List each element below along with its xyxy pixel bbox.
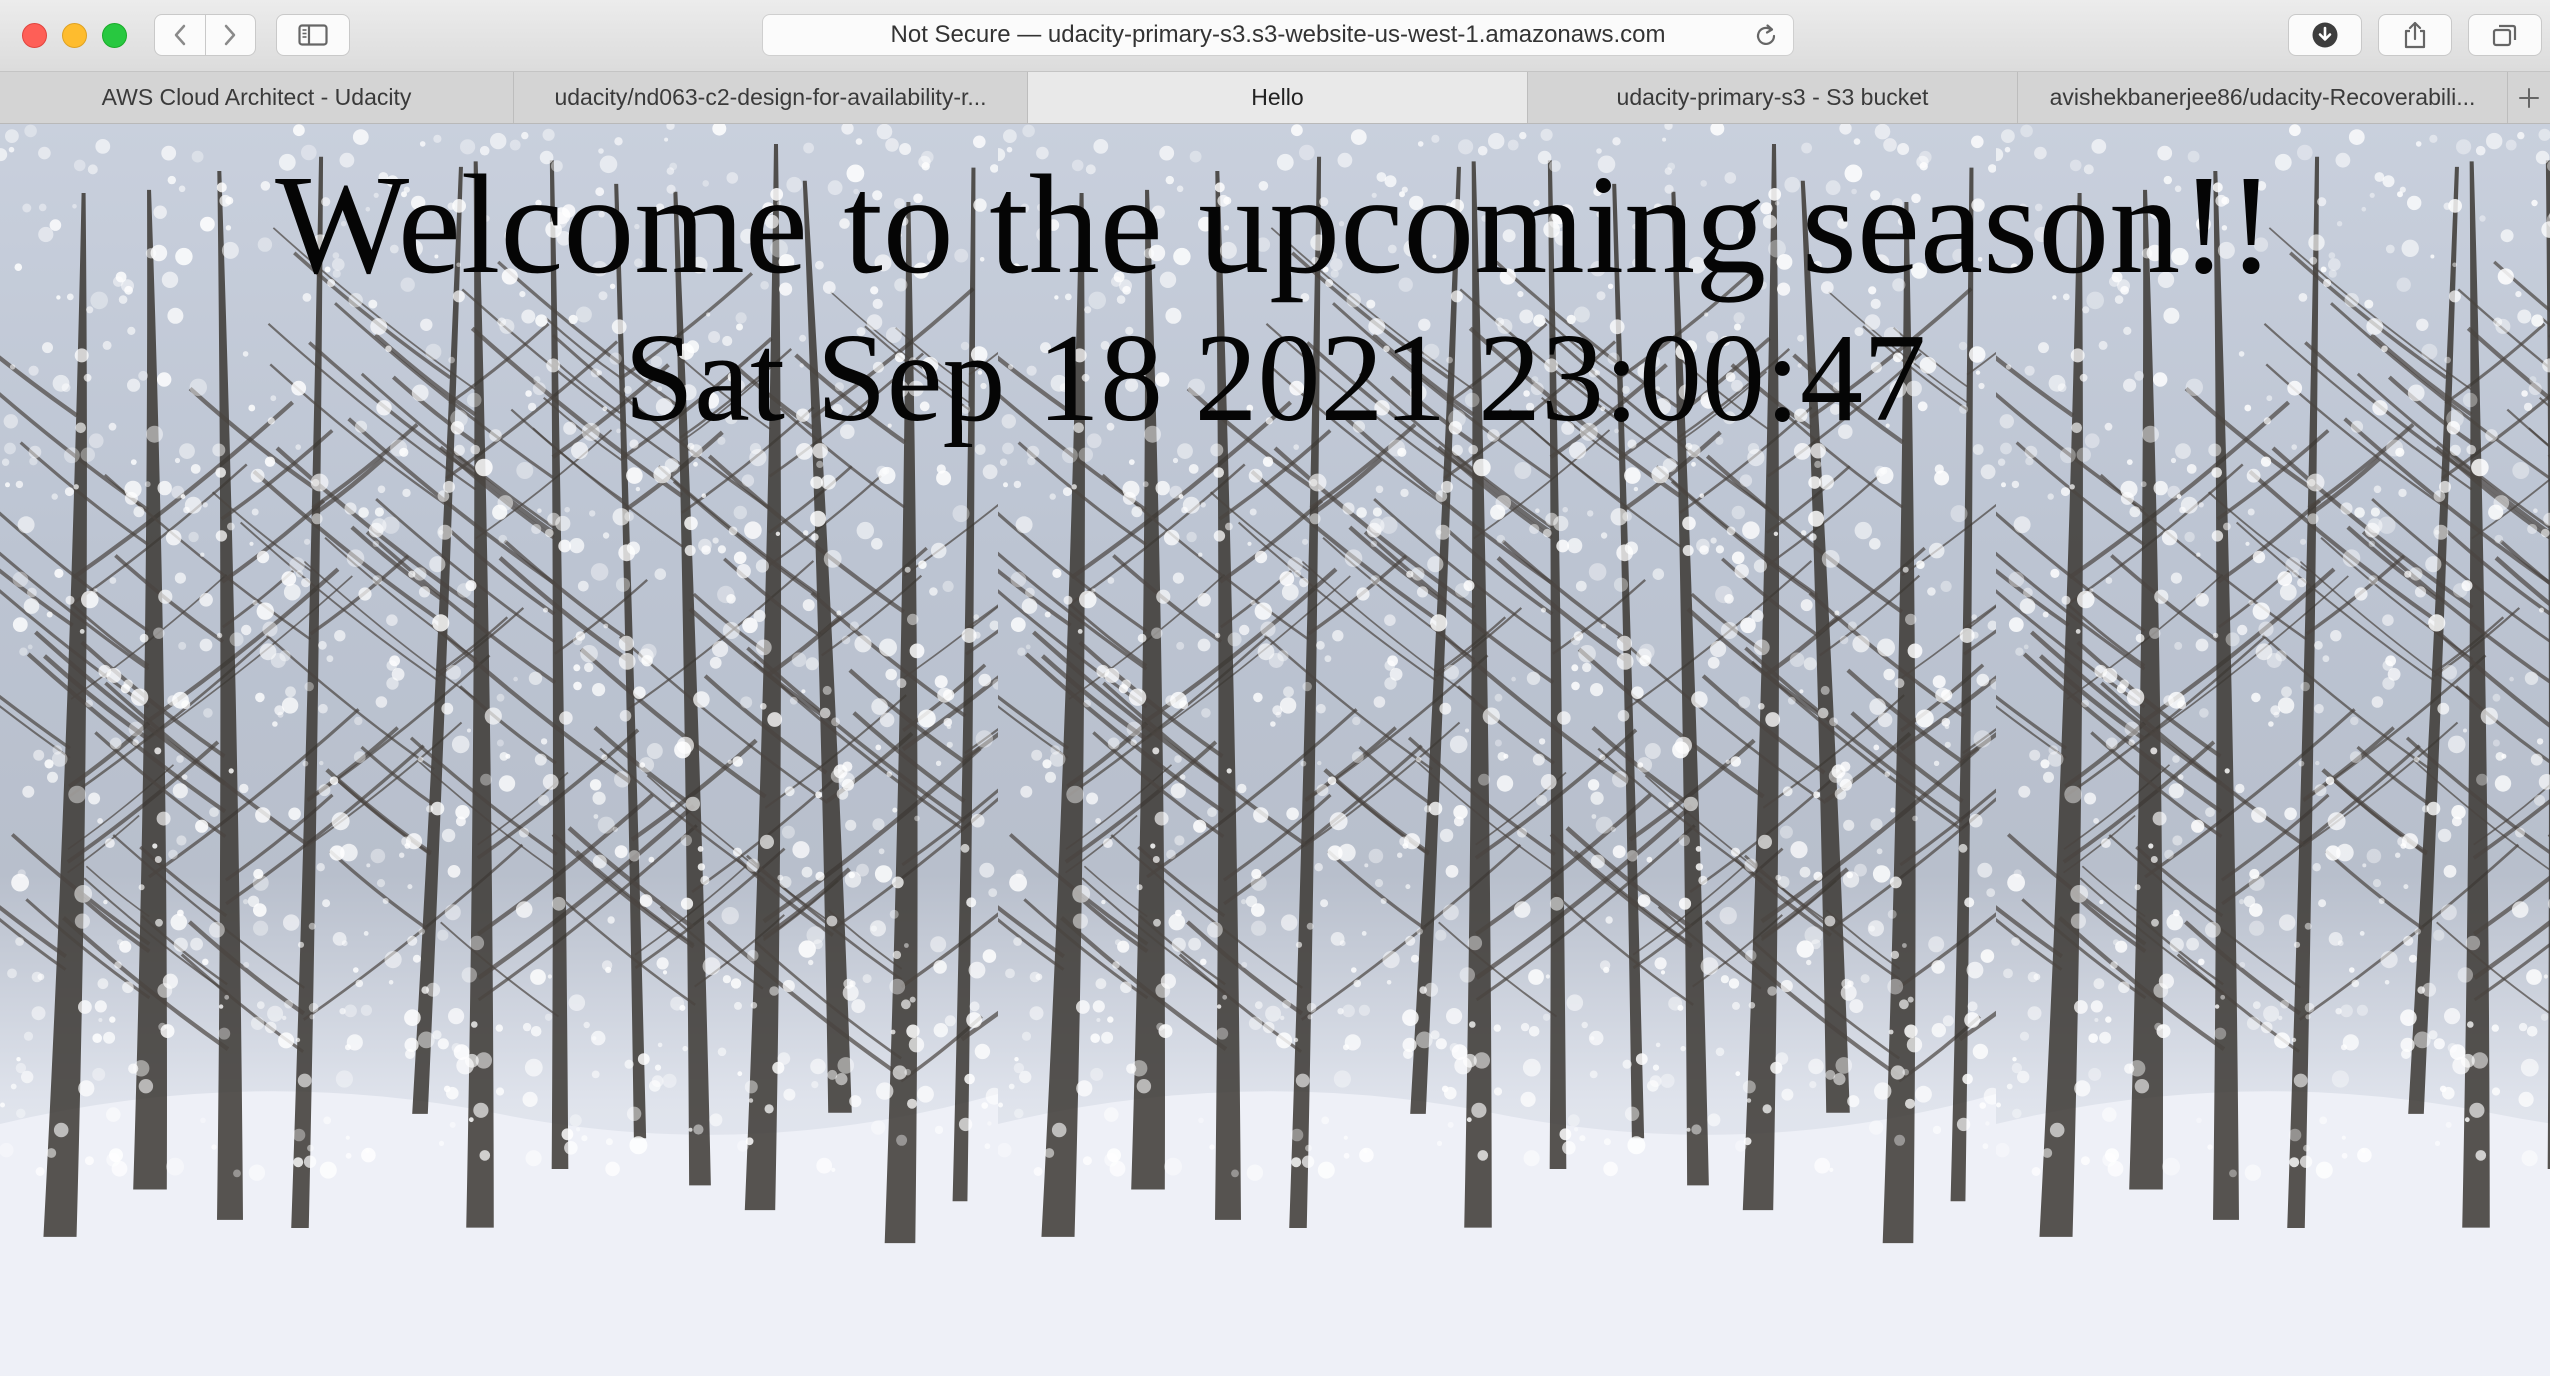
page-heading: Welcome to the upcoming season!! xyxy=(275,145,2275,303)
address-bar[interactable]: Not Secure — udacity-primary-s3.s3-websi… xyxy=(762,14,1794,56)
page-timestamp: Sat Sep 18 2021 23:00:47 xyxy=(623,309,1927,448)
downloads-button[interactable] xyxy=(2288,14,2362,56)
navigation-buttons xyxy=(154,14,256,56)
browser-window: Not Secure — udacity-primary-s3.s3-websi… xyxy=(0,0,2550,1376)
tab-bar: AWS Cloud Architect - Udacity udacity/nd… xyxy=(0,72,2550,124)
forward-button[interactable] xyxy=(204,15,256,55)
tab-hello[interactable]: Hello xyxy=(1028,72,1528,123)
back-button[interactable] xyxy=(155,15,205,55)
minimize-window-button[interactable] xyxy=(62,23,87,48)
chevron-left-icon xyxy=(174,24,185,46)
plus-icon xyxy=(2519,87,2539,108)
tab-label: AWS Cloud Architect - Udacity xyxy=(101,84,412,110)
tab-github-recoverability[interactable]: avishekbanerjee86/udacity-Recoverabili..… xyxy=(2018,72,2508,123)
tabs-overview-icon xyxy=(2492,24,2517,47)
sidebar-button[interactable] xyxy=(276,14,350,56)
web-page: Welcome to the upcoming season!! Sat Sep… xyxy=(0,124,2550,1376)
reload-icon xyxy=(1756,24,1776,45)
share-button[interactable] xyxy=(2378,14,2452,56)
reload-button[interactable] xyxy=(1753,23,1779,56)
tab-label: udacity/nd063-c2-design-for-availability… xyxy=(554,84,987,110)
chevron-right-icon xyxy=(225,24,236,46)
close-window-button[interactable] xyxy=(22,23,47,48)
tab-label: udacity-primary-s3 - S3 bucket xyxy=(1616,84,1929,110)
page-heading-block: Welcome to the upcoming season!! Sat Sep… xyxy=(0,144,2550,454)
tab-aws-cloud-architect[interactable]: AWS Cloud Architect - Udacity xyxy=(0,72,514,123)
download-icon xyxy=(2312,22,2338,48)
tab-udacity-repo[interactable]: udacity/nd063-c2-design-for-availability… xyxy=(514,72,1028,123)
zoom-window-button[interactable] xyxy=(102,23,127,48)
url-text: Not Secure — udacity-primary-s3.s3-websi… xyxy=(890,21,1666,48)
tab-s3-bucket[interactable]: udacity-primary-s3 - S3 bucket xyxy=(1528,72,2018,123)
browser-toolbar: Not Secure — udacity-primary-s3.s3-websi… xyxy=(0,0,2550,72)
tab-overview-button[interactable] xyxy=(2468,14,2542,56)
tab-label: Hello xyxy=(1251,84,1304,110)
tab-label: avishekbanerjee86/udacity-Recoverabili..… xyxy=(2049,84,2476,110)
sidebar-icon xyxy=(298,24,328,46)
new-tab-button[interactable] xyxy=(2508,72,2550,123)
share-icon xyxy=(2404,21,2426,49)
